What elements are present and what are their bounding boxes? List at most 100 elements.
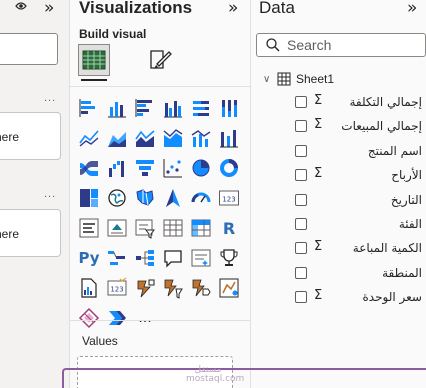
field-item[interactable]: Σ إجمالي التكلفة: [295, 93, 425, 112]
field-item[interactable]: المنطقة: [295, 265, 425, 283]
kpi-icon[interactable]: [105, 216, 129, 240]
field-label: الفئة: [398, 217, 422, 231]
field-label: اسم المنتج: [367, 143, 422, 158]
donut-chart-icon[interactable]: [217, 156, 241, 180]
field-item[interactable]: التاريخ: [295, 192, 425, 210]
field-item[interactable]: Σ الكمية المباعة: [295, 239, 425, 258]
sigma-icon: Σ: [314, 239, 323, 255]
card-icon[interactable]: 123: [217, 186, 241, 210]
field-item[interactable]: Σ إجمالي المبيعات: [295, 117, 425, 136]
r-script-visual-icon[interactable]: R: [217, 216, 241, 240]
field-checkbox[interactable]: [295, 242, 307, 255]
line-and-column-chart-icon[interactable]: [161, 126, 185, 150]
funnel-chart-icon[interactable]: [133, 156, 157, 180]
ribbon-chart-icon[interactable]: [217, 126, 241, 150]
card-glyph: 123: [222, 196, 235, 204]
power-automate-flow-icon[interactable]: [189, 276, 213, 300]
drop-zone-text: here: [0, 227, 20, 241]
clustered-bar-chart-icon[interactable]: [133, 96, 157, 120]
pane-title: Data: [259, 0, 295, 17]
field-checkbox[interactable]: [295, 291, 307, 304]
collapse-data-icon[interactable]: »: [407, 0, 417, 18]
field-checkbox[interactable]: [295, 218, 307, 230]
power-automate-icon[interactable]: [161, 276, 185, 300]
more-visuals-label: ...: [138, 310, 152, 326]
smart-narrative-icon[interactable]: [189, 246, 213, 270]
stacked-bar-chart-icon[interactable]: [77, 96, 101, 120]
python-visual-icon[interactable]: Py: [77, 246, 101, 270]
area-chart-icon[interactable]: [105, 126, 129, 150]
more-options-icon[interactable]: ...: [44, 92, 56, 104]
field-label: إجمالي التكلفة: [349, 95, 422, 109]
waterfall-chart-icon[interactable]: [105, 156, 129, 180]
key-influencers-icon[interactable]: [105, 246, 129, 270]
more-visuals-icon[interactable]: ...: [133, 306, 157, 330]
data-search-input[interactable]: [287, 37, 417, 53]
divider: [70, 86, 251, 87]
map-icon[interactable]: [105, 186, 129, 210]
filled-map-icon[interactable]: [133, 186, 157, 210]
field-item[interactable]: الفئة: [295, 216, 425, 234]
clustered-column-chart-icon[interactable]: [161, 96, 185, 120]
field-item[interactable]: Σ سعر الوحدة: [295, 288, 425, 307]
filter-search-input[interactable]: [0, 33, 58, 65]
line-and-stacked-column-chart-icon[interactable]: [189, 126, 213, 150]
matrix-icon[interactable]: [189, 216, 213, 240]
py-glyph: Py: [78, 249, 100, 267]
table-icon[interactable]: [161, 216, 185, 240]
goals-trophy-icon[interactable]: [217, 246, 241, 270]
multi-row-card-icon[interactable]: [77, 216, 101, 240]
field-checkbox[interactable]: [295, 193, 307, 206]
stacked-column-chart-icon[interactable]: [105, 96, 129, 120]
gauge-icon[interactable]: [189, 186, 213, 210]
collapse-filters-icon[interactable]: »: [44, 0, 54, 18]
field-label: التاريخ: [390, 192, 422, 207]
collapse-visualizations-icon[interactable]: »: [228, 0, 238, 18]
table-node-sheet1[interactable]: ∨ Sheet1: [263, 70, 334, 88]
eye-icon[interactable]: [15, 0, 27, 15]
field-label: المنطقة: [382, 265, 422, 280]
sigma-icon: Σ: [314, 117, 323, 133]
q-and-a-icon[interactable]: [161, 246, 185, 270]
watermark-line-2: mostaql.com: [186, 374, 245, 384]
scatter-chart-icon[interactable]: [161, 156, 185, 180]
field-item[interactable]: Σ الأرباح: [295, 166, 425, 185]
chevron-down-icon[interactable]: ∨: [263, 74, 277, 85]
field-checkbox[interactable]: [295, 144, 307, 157]
100-stacked-bar-chart-icon[interactable]: [189, 96, 213, 120]
field-checkbox[interactable]: [295, 96, 307, 108]
treemap-icon[interactable]: [77, 186, 101, 210]
r-glyph: R: [222, 218, 236, 238]
stacked-area-chart-icon[interactable]: [133, 126, 157, 150]
field-checkbox[interactable]: [295, 169, 307, 182]
field-label: الأرباح: [391, 168, 422, 183]
build-visual-tab[interactable]: [78, 44, 110, 81]
filter-drop-zone[interactable]: here: [0, 209, 61, 257]
format-visual-tab[interactable]: [144, 44, 176, 76]
100-stacked-column-chart-icon[interactable]: [217, 96, 241, 120]
field-checkbox[interactable]: [295, 266, 307, 279]
divider: [70, 320, 251, 321]
azure-map-icon[interactable]: [161, 186, 185, 210]
visualizations-pane: Visualizations » Build visual 123 R Py 1…: [70, 0, 251, 388]
arcgis-map-icon[interactable]: [217, 276, 241, 300]
filters-pane: » ... here ... here: [0, 0, 70, 388]
field-checkbox[interactable]: [295, 120, 307, 133]
filter-drop-zone[interactable]: here: [0, 112, 61, 160]
data-pane: Data » ∨ Sheet1 Σ إجمالي التكلفة Σ إجمالي ا…: [251, 0, 426, 388]
power-apps-icon[interactable]: [133, 276, 157, 300]
search-icon: [266, 38, 280, 52]
pie-chart-icon[interactable]: [189, 156, 213, 180]
format-brush-icon: [150, 50, 172, 69]
field-item[interactable]: اسم المنتج: [295, 143, 425, 161]
paginated-report-icon[interactable]: [77, 276, 101, 300]
power-automate-chevrons-icon[interactable]: [105, 306, 129, 330]
slicer-icon[interactable]: [133, 216, 157, 240]
custom-visual-diamond-icon[interactable]: [77, 306, 101, 330]
line-chart-icon[interactable]: [77, 126, 101, 150]
pane-title: Visualizations: [79, 0, 193, 17]
card-new-icon[interactable]: 123: [105, 276, 129, 300]
more-options-icon[interactable]: ...: [44, 188, 56, 200]
decomposition-tree-icon[interactable]: [133, 246, 157, 270]
ribbon-flow-chart-icon[interactable]: [77, 156, 101, 180]
